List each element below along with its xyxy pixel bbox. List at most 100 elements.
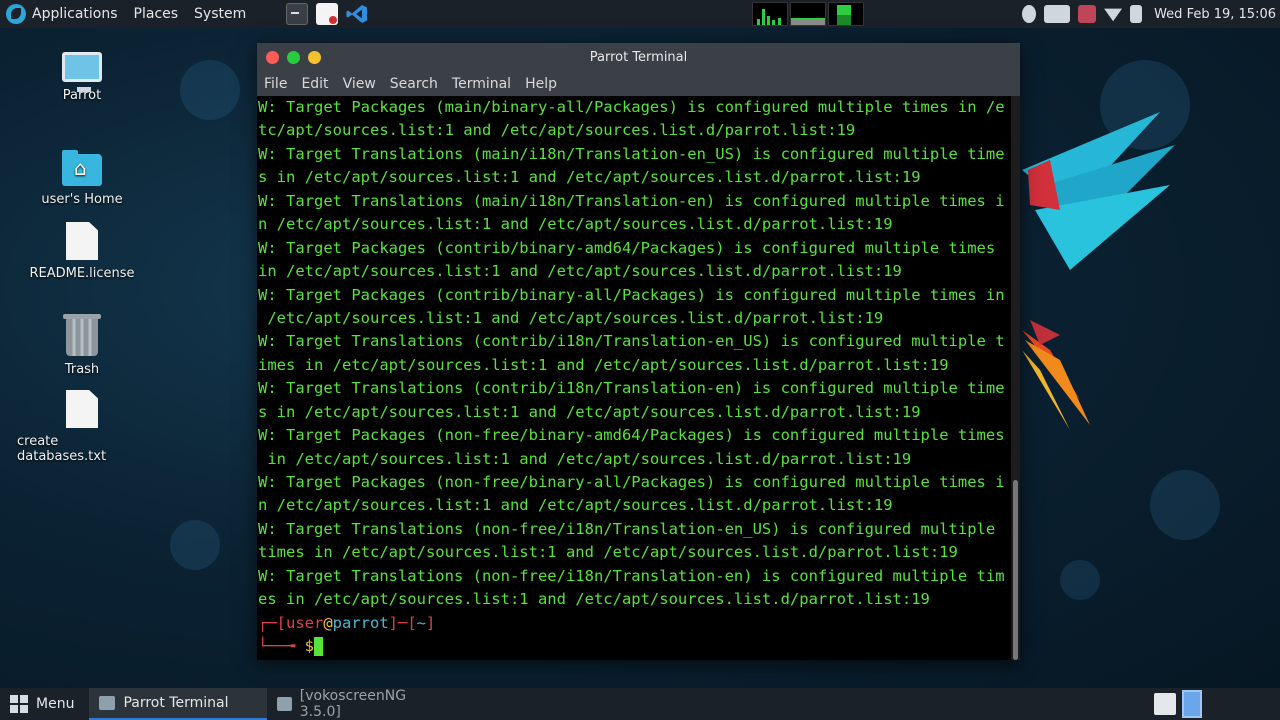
window-title: Parrot Terminal	[589, 49, 688, 65]
prompt-bracket: ┌─[	[258, 613, 286, 632]
wallpaper-bokeh	[180, 60, 240, 120]
prompt-at: @	[323, 613, 333, 632]
terminal-line: W: Target Packages (non-free/binary-amd6…	[258, 426, 1005, 445]
desktop-icon-parrot[interactable]: Parrot	[17, 52, 147, 103]
terminal-scrollbar[interactable]	[1011, 96, 1020, 660]
prompt-user: user	[286, 613, 324, 632]
workspace-switcher[interactable]	[1182, 690, 1202, 718]
prompt-bracket: ]─[	[388, 613, 417, 632]
terminal-launcher-icon[interactable]	[286, 3, 309, 25]
scrollbar-thumb[interactable]	[1013, 480, 1018, 660]
close-window-button[interactable]	[266, 50, 279, 64]
home-folder-icon	[62, 150, 102, 186]
wallpaper-bokeh	[1060, 560, 1100, 600]
menu-grid-icon	[10, 695, 28, 713]
terminal-line: W: Target Translations (non-free/i18n/Tr…	[258, 519, 996, 538]
menu-view[interactable]: View	[336, 76, 383, 92]
parrot-logo-icon	[6, 4, 26, 24]
network-monitor	[828, 2, 864, 26]
bottom-panel-right	[1154, 688, 1280, 720]
prompt-dir: ~	[416, 613, 427, 632]
system-menu[interactable]: System	[186, 0, 254, 28]
terminal-line: es in /etc/apt/sources.list:1 and /etc/a…	[258, 590, 930, 609]
prompt-dollar: $	[304, 637, 315, 656]
desktop-icon-label: Trash	[64, 362, 100, 377]
terminal-line: s in /etc/apt/sources.list:1 and /etc/ap…	[258, 402, 921, 421]
cpu-monitor	[752, 2, 788, 26]
taskbar-item-vokoscreen[interactable]: [vokoscreenNG 3.5.0]	[267, 688, 445, 720]
terminal-line: imes in /etc/apt/sources.list:1 and /etc…	[258, 355, 949, 374]
vokoscreen-app-icon	[277, 697, 292, 711]
terminal-line: n /etc/apt/sources.list:1 and /etc/apt/s…	[258, 215, 893, 234]
network-wifi-icon[interactable]	[1104, 8, 1123, 22]
minimize-window-button[interactable]	[308, 50, 321, 64]
prompt-line-2: └──╼ $	[258, 635, 1011, 658]
terminal-line: W: Target Packages (contrib/binary-amd64…	[258, 238, 996, 257]
vscode-launcher-icon[interactable]	[346, 3, 368, 25]
system-tray: Wed Feb 19, 15:06	[1022, 0, 1280, 28]
menu-search[interactable]: Search	[383, 76, 445, 92]
system-menu-label: System	[194, 6, 247, 22]
text-cursor	[314, 637, 324, 657]
desktop-icon-home[interactable]: user's Home	[17, 150, 147, 207]
desktop-icon-label: README.license	[29, 266, 135, 281]
notification-icon[interactable]	[1078, 5, 1097, 23]
menu-file[interactable]: File	[257, 76, 294, 92]
terminal-line: W: Target Translations (main/i18n/Transl…	[258, 144, 1005, 163]
show-desktop-icon[interactable]	[1154, 693, 1176, 715]
terminal-line: n /etc/apt/sources.list:1 and /etc/apt/s…	[258, 496, 893, 515]
maximize-window-button[interactable]	[287, 50, 300, 64]
desktop-icon-readme[interactable]: README.license	[17, 222, 147, 281]
prompt-line-1: ┌─[user@parrot]─[~]	[258, 612, 1011, 635]
terminal-line: W: Target Translations (contrib/i18n/Tra…	[258, 332, 1005, 351]
terminal-line: in /etc/apt/sources.list:1 and /etc/apt/…	[258, 262, 902, 281]
menu-edit[interactable]: Edit	[294, 76, 335, 92]
places-menu-label: Places	[133, 6, 179, 22]
main-menu-label: Menu	[36, 696, 75, 712]
menu-help[interactable]: Help	[518, 76, 564, 92]
terminal-line: W: Target Translations (main/i18n/Transl…	[258, 191, 1005, 210]
bluetooth-icon[interactable]	[1022, 5, 1037, 23]
desktop-icon-trash[interactable]: Trash	[17, 314, 147, 377]
top-panel: Applications Places System Wed Feb 19, 1…	[0, 0, 1280, 28]
computer-icon	[62, 52, 102, 92]
window-titlebar[interactable]: Parrot Terminal	[257, 43, 1020, 71]
wallpaper-bokeh	[1150, 470, 1220, 540]
terminal-output[interactable]: W: Target Packages (main/binary-all/Pack…	[257, 96, 1011, 660]
document-icon	[66, 222, 98, 260]
system-monitors	[752, 2, 864, 26]
terminal-line: W: Target Packages (contrib/binary-all/P…	[258, 285, 1005, 304]
terminal-line: in /etc/apt/sources.list:1 and /etc/apt/…	[258, 449, 912, 468]
prompt-arrow: └──╼	[258, 637, 305, 656]
main-menu-button[interactable]: Menu	[0, 688, 84, 720]
terminal-line: W: Target Packages (main/binary-all/Pack…	[258, 98, 1005, 116]
terminal-line: W: Target Translations (contrib/i18n/Tra…	[258, 379, 1005, 398]
bottom-panel: Menu Parrot Terminal [vokoscreenNG 3.5.0…	[0, 688, 1280, 720]
places-menu[interactable]: Places	[126, 0, 187, 28]
trash-icon	[63, 314, 101, 356]
terminal-line: times in /etc/apt/sources.list:1 and /et…	[258, 543, 958, 562]
desktop-icon-label: create databases.txt	[17, 434, 107, 464]
memory-monitor	[790, 2, 826, 26]
terminal-line: s in /etc/apt/sources.list:1 and /etc/ap…	[258, 168, 921, 187]
terminal-line: W: Target Packages (non-free/binary-all/…	[258, 473, 1005, 491]
taskbar-item-label: [vokoscreenNG 3.5.0]	[299, 688, 407, 720]
clock[interactable]: Wed Feb 19, 15:06	[1154, 7, 1276, 22]
desktop-icon-label: user's Home	[41, 192, 123, 207]
prompt-host: parrot	[332, 613, 389, 632]
battery-icon[interactable]	[1130, 5, 1143, 23]
terminal-menubar: File Edit View Search Terminal Help	[257, 71, 1020, 96]
taskbar-item-label: Parrot Terminal	[123, 695, 229, 711]
taskbar-item-parrot-terminal[interactable]: Parrot Terminal	[89, 688, 268, 720]
volume-icon[interactable]	[1044, 5, 1071, 23]
prompt-bracket: ]	[426, 613, 436, 632]
menu-terminal[interactable]: Terminal	[445, 76, 518, 92]
text-editor-launcher-icon[interactable]	[316, 3, 339, 25]
applications-menu[interactable]: Applications	[0, 0, 126, 28]
desktop-icon-create-databases[interactable]: create databases.txt	[17, 390, 147, 464]
applications-menu-label: Applications	[32, 6, 118, 22]
wallpaper-bokeh	[170, 520, 220, 570]
terminal-window: Parrot Terminal File Edit View Search Te…	[257, 43, 1020, 660]
terminal-line: W: Target Translations (non-free/i18n/Tr…	[258, 566, 1005, 585]
terminal-line: tc/apt/sources.list:1 and /etc/apt/sourc…	[258, 121, 856, 140]
